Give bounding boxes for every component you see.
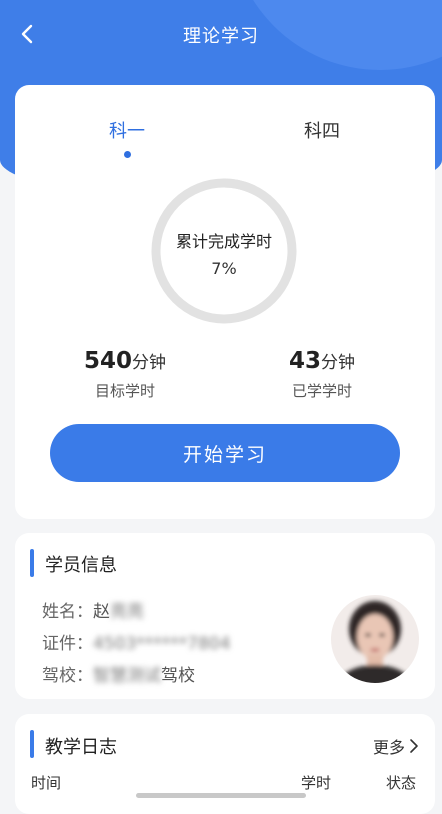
student-id-label: 证件： (42, 634, 93, 654)
target-hours-value: 540 (83, 348, 132, 374)
column-header-time: 时间 (31, 774, 62, 792)
student-school-label: 驾校： (42, 666, 93, 686)
student-name-label: 姓名： (42, 602, 93, 622)
student-info-card: 学员信息 姓名：赵亮亮 证件：4503******7804 驾校：智慧测试驾校 (15, 533, 435, 699)
student-photo (331, 595, 419, 683)
page-title: 理论学习 (183, 26, 259, 47)
column-header-status: 状态 (386, 774, 417, 792)
learned-hours-stat: 43分钟 已学学时 (252, 348, 392, 401)
target-hours-unit: 分钟 (132, 353, 166, 373)
learned-hours-value: 43 (288, 348, 321, 374)
tab-subject-one[interactable]: 科一 (77, 117, 177, 143)
target-hours-caption: 目标学时 (94, 382, 155, 400)
progress-label: 累计完成学时 (175, 232, 272, 251)
tab-subject-four[interactable]: 科四 (272, 117, 372, 143)
section-accent-bar (30, 549, 34, 577)
student-school-blurred: 智慧测试 (93, 666, 161, 686)
student-name-row: 姓名：赵亮亮 (42, 597, 144, 622)
target-hours-stat: 540分钟 目标学时 (55, 348, 195, 401)
active-tab-indicator (124, 151, 131, 158)
more-label: 更多 (372, 738, 405, 757)
chevron-right-icon (410, 739, 418, 753)
student-name-blurred: 亮亮 (110, 602, 144, 622)
student-id-row: 证件：4503******7804 (42, 629, 231, 654)
learned-hours-unit: 分钟 (321, 353, 355, 373)
student-school-suffix: 驾校 (161, 666, 195, 686)
more-button[interactable]: 更多 (373, 734, 419, 758)
student-id-value: 4503******7804 (93, 634, 231, 654)
student-school-row: 驾校：智慧测试驾校 (42, 661, 195, 686)
study-card: 科一 科四 累计完成学时 7% 540分钟 目标学时 43分钟 已学学时 开始学… (15, 85, 435, 519)
learned-hours-caption: 已学学时 (291, 382, 352, 400)
student-info-title: 学员信息 (45, 555, 117, 576)
home-indicator (136, 793, 306, 798)
teaching-log-card: 教学日志 更多 时间 学时 状态 (15, 714, 435, 814)
column-header-hours: 学时 (301, 774, 332, 792)
start-learning-button[interactable]: 开始学习 (50, 424, 400, 482)
student-name-prefix: 赵 (93, 602, 110, 622)
teaching-log-title: 教学日志 (45, 737, 117, 758)
section-accent-bar (30, 730, 34, 758)
avatar (331, 595, 419, 683)
progress-percent: 7% (211, 259, 237, 278)
